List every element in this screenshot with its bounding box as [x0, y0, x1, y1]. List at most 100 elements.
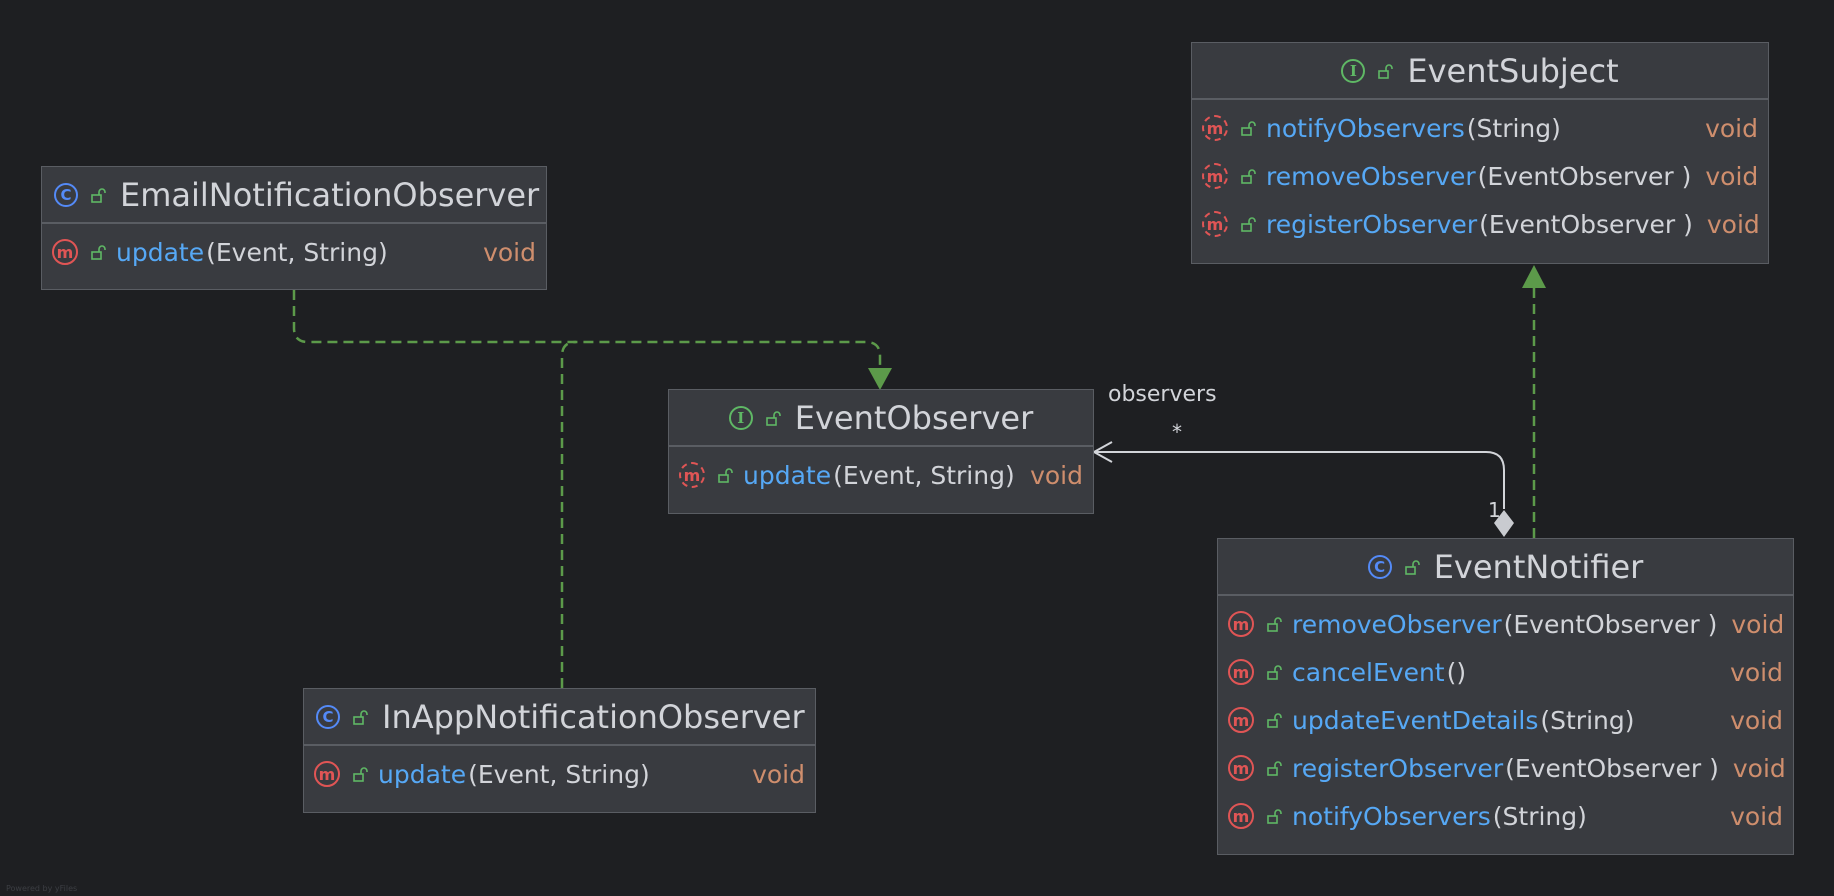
- method-m-icon: m: [314, 761, 340, 787]
- public-unlock-icon: [1241, 217, 1256, 232]
- public-unlock-icon: [718, 468, 733, 483]
- method-row[interactable]: m registerObserver (EventObserver ) void: [1218, 744, 1793, 792]
- method-params: (String): [1540, 705, 1635, 735]
- method-name: updateEventDetails: [1292, 705, 1539, 735]
- method-m-icon: m: [1228, 611, 1254, 637]
- public-unlock-icon: [1267, 665, 1282, 680]
- method-m-icon: m: [1202, 115, 1228, 141]
- method-m-icon: m: [1202, 211, 1228, 237]
- node-eventnotifier[interactable]: C EventNotifier m removeObserver (EventO…: [1217, 538, 1794, 855]
- method-list: m update (Event, String) void: [42, 224, 546, 280]
- method-row[interactable]: m update (Event, String) void: [42, 228, 546, 276]
- method-params: (EventObserver ): [1477, 161, 1692, 191]
- method-params: (EventObserver ): [1505, 753, 1719, 783]
- public-unlock-icon: [765, 410, 781, 426]
- public-unlock-icon: [353, 767, 368, 782]
- method-return-type: void: [1730, 657, 1783, 687]
- method-list: m update (Event, String) void: [304, 746, 815, 802]
- class-c-icon: C: [54, 182, 78, 207]
- method-name: notifyObservers: [1292, 801, 1491, 831]
- method-name: update: [116, 237, 205, 267]
- node-eventobserver[interactable]: I EventObserver m update (Event, String)…: [668, 389, 1094, 514]
- method-params: (String): [1466, 113, 1561, 143]
- method-name: update: [743, 460, 832, 490]
- method-name: notifyObservers: [1266, 113, 1465, 143]
- class-c-icon: C: [1367, 554, 1392, 579]
- method-m-icon: m: [1228, 755, 1254, 781]
- node-header: I EventSubject: [1192, 43, 1768, 100]
- method-name: registerObserver: [1292, 753, 1504, 783]
- interface-i-icon: I: [728, 405, 753, 430]
- association-target-multiplicity: *: [1172, 420, 1182, 444]
- method-return-type: void: [1732, 753, 1786, 783]
- method-row[interactable]: m update (Event, String) void: [304, 750, 815, 798]
- realization-arrowhead-eventobserver: [868, 368, 892, 390]
- node-eventsubject[interactable]: I EventSubject m notifyObservers (String…: [1191, 42, 1769, 264]
- method-params: (Event, String): [468, 759, 650, 789]
- method-name: cancelEvent: [1292, 657, 1445, 687]
- method-return-type: void: [483, 237, 536, 267]
- class-c-icon: C: [316, 704, 340, 729]
- association-role-label: observers: [1108, 382, 1217, 407]
- method-params: (EventObserver ): [1503, 609, 1718, 639]
- realization-edge-email-to-eventobserver: [292, 290, 882, 372]
- node-title: EventSubject: [1407, 51, 1619, 90]
- method-return-type: void: [1705, 161, 1759, 191]
- node-title: InAppNotificationObserver: [382, 697, 805, 736]
- public-unlock-icon: [1378, 63, 1394, 79]
- method-return-type: void: [1730, 801, 1783, 831]
- method-row[interactable]: m removeObserver (EventObserver ) void: [1192, 152, 1768, 200]
- method-list: m update (Event, String) void: [669, 447, 1093, 503]
- node-title: EmailNotificationObserver: [120, 175, 540, 214]
- method-m-icon: m: [679, 462, 705, 488]
- method-list: m removeObserver (EventObserver ) void m…: [1218, 596, 1793, 844]
- public-unlock-icon: [91, 187, 106, 203]
- method-return-type: void: [1706, 209, 1760, 239]
- association-source-multiplicity: 1: [1488, 498, 1501, 522]
- public-unlock-icon: [1267, 617, 1282, 632]
- method-row[interactable]: m updateEventDetails (String) void: [1218, 696, 1793, 744]
- node-title: EventObserver: [794, 398, 1034, 437]
- public-unlock-icon: [91, 245, 106, 260]
- node-emailnotificationobserver[interactable]: C EmailNotificationObserver m update (Ev…: [41, 166, 547, 290]
- method-params: (): [1446, 657, 1467, 687]
- method-params: (Event, String): [206, 237, 388, 267]
- method-return-type: void: [1030, 460, 1083, 490]
- method-name: removeObserver: [1266, 161, 1476, 191]
- node-title: EventNotifier: [1433, 547, 1644, 586]
- association-edge-notifier-to-eventobserver: [1096, 451, 1505, 509]
- public-unlock-icon: [1404, 559, 1420, 575]
- node-header: C InAppNotificationObserver: [304, 689, 815, 746]
- method-row[interactable]: m update (Event, String) void: [669, 451, 1093, 499]
- node-header: I EventObserver: [669, 390, 1093, 447]
- method-params: (String): [1492, 801, 1587, 831]
- method-row[interactable]: m registerObserver (EventObserver ) void: [1192, 200, 1768, 248]
- method-m-icon: m: [52, 239, 78, 265]
- method-return-type: void: [752, 759, 805, 789]
- public-unlock-icon: [1267, 761, 1282, 776]
- method-params: (Event, String): [833, 460, 1015, 490]
- method-m-icon: m: [1202, 163, 1228, 189]
- method-return-type: void: [1731, 609, 1785, 639]
- interface-i-icon: I: [1341, 58, 1366, 83]
- method-list: m notifyObservers (String) void m remove…: [1192, 100, 1768, 252]
- method-params: (EventObserver ): [1479, 209, 1693, 239]
- method-m-icon: m: [1228, 707, 1254, 733]
- public-unlock-icon: [1267, 809, 1282, 824]
- method-return-type: void: [1705, 113, 1758, 143]
- public-unlock-icon: [1267, 713, 1282, 728]
- method-row[interactable]: m removeObserver (EventObserver ) void: [1218, 600, 1793, 648]
- public-unlock-icon: [1241, 121, 1256, 136]
- method-row[interactable]: m notifyObservers (String) void: [1218, 792, 1793, 840]
- method-name: update: [378, 759, 467, 789]
- footer-watermark: Powered by yFiles: [6, 884, 78, 893]
- method-row[interactable]: m cancelEvent () void: [1218, 648, 1793, 696]
- node-inappnotificationobserver[interactable]: C InAppNotificationObserver m update (Ev…: [303, 688, 816, 813]
- method-return-type: void: [1730, 705, 1783, 735]
- public-unlock-icon: [1241, 169, 1256, 184]
- method-m-icon: m: [1228, 803, 1254, 829]
- method-row[interactable]: m notifyObservers (String) void: [1192, 104, 1768, 152]
- node-header: C EventNotifier: [1218, 539, 1793, 596]
- realization-edge-inapp-to-eventobserver: [560, 340, 577, 688]
- method-name: registerObserver: [1266, 209, 1478, 239]
